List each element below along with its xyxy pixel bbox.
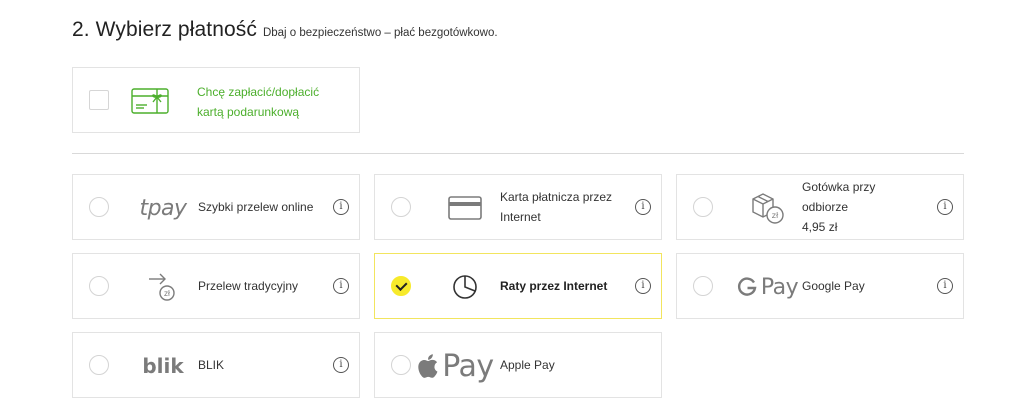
payment-label-card: Karta płatnicza przez Internet xyxy=(500,175,621,239)
pie-chart-icon xyxy=(427,267,503,307)
gift-card-checkbox[interactable] xyxy=(89,90,109,110)
info-icon[interactable]: i xyxy=(635,199,651,215)
gpay-logo-text: Pay xyxy=(760,274,799,300)
info-icon[interactable]: i xyxy=(635,278,651,294)
payment-label-tpay-text: Szybki przelew online xyxy=(198,200,314,214)
payment-label-installments: Raty przez Internet xyxy=(500,254,621,318)
payment-label-cod: Gotówka przy odbiorze 4,95 zł xyxy=(802,175,923,239)
gift-card-icon xyxy=(131,88,169,119)
payment-label-card-line1: Karta płatnicza przez xyxy=(500,190,613,204)
section-heading: 2. Wybierz płatność Dbaj o bezpieczeństw… xyxy=(72,18,498,42)
apple-pay-logo: Pay xyxy=(415,346,497,386)
payment-label-blik: BLIK xyxy=(198,333,319,397)
payment-radio-installments[interactable] xyxy=(391,276,411,296)
transfer-icon-badge: zł xyxy=(164,289,171,298)
blik-logo: blik xyxy=(125,346,201,386)
payment-label-cod-line1: Gotówka przy xyxy=(802,180,876,194)
info-icon[interactable]: i xyxy=(333,278,349,294)
payment-radio-gpay[interactable] xyxy=(693,276,713,296)
payment-option-cod[interactable]: zł Gotówka przy odbiorze 4,95 zł i xyxy=(676,174,964,240)
info-icon[interactable]: i xyxy=(333,199,349,215)
payment-radio-transfer[interactable] xyxy=(89,276,109,296)
payment-option-installments[interactable]: Raty przez Internet i xyxy=(374,253,662,319)
payment-label-blik-text: BLIK xyxy=(198,358,225,372)
payment-radio-card[interactable] xyxy=(391,197,411,217)
info-icon[interactable]: i xyxy=(937,199,953,215)
payment-label-applepay: Apple Pay xyxy=(500,333,621,397)
transfer-arrow-icon: zł xyxy=(125,267,201,307)
payment-label-card-line2: Internet xyxy=(500,210,541,224)
info-icon[interactable]: i xyxy=(937,278,953,294)
payment-label-transfer-text: Przelew tradycyjny xyxy=(198,279,299,293)
payment-radio-cod[interactable] xyxy=(693,197,713,217)
payment-fee-cod: 4,95 zł xyxy=(802,220,838,234)
blik-logo-text: blik xyxy=(142,354,184,378)
payment-radio-tpay[interactable] xyxy=(89,197,109,217)
cod-icon-badge: zł xyxy=(772,211,779,220)
payment-option-applepay[interactable]: Pay Apple Pay xyxy=(374,332,662,398)
payment-label-applepay-text: Apple Pay xyxy=(500,358,555,372)
payment-label-gpay: Google Pay xyxy=(802,254,923,318)
payment-option-gpay[interactable]: Pay Google Pay i xyxy=(676,253,964,319)
google-pay-logo: Pay xyxy=(729,267,805,307)
payment-option-tpay[interactable]: tpay Szybki przelew online i xyxy=(72,174,360,240)
payment-option-card[interactable]: Karta płatnicza przez Internet i xyxy=(374,174,662,240)
credit-card-icon xyxy=(427,188,503,228)
payment-label-gpay-text: Google Pay xyxy=(802,279,865,293)
section-divider xyxy=(72,153,964,154)
info-icon[interactable]: i xyxy=(333,357,349,373)
payment-label-transfer: Przelew tradycyjny xyxy=(198,254,319,318)
payment-label-cod-line2: odbiorze xyxy=(802,200,849,214)
payment-option-transfer[interactable]: zł Przelew tradycyjny i xyxy=(72,253,360,319)
gift-card-option[interactable]: Chcę zapłacić/dopłacić kartą podarunkową xyxy=(72,67,360,133)
google-g-icon xyxy=(737,277,757,296)
payment-label-tpay: Szybki przelew online xyxy=(198,175,319,239)
payment-label-installments-text: Raty przez Internet xyxy=(500,279,608,293)
tpay-logo: tpay xyxy=(125,188,201,228)
apple-icon xyxy=(418,354,438,378)
package-cash-icon: zł xyxy=(729,188,805,228)
tpay-logo-text: tpay xyxy=(139,195,187,221)
section-subtitle: Dbaj o bezpieczeństwo – płać bezgotówkow… xyxy=(262,27,498,39)
section-title: 2. Wybierz płatność xyxy=(72,18,257,41)
apple-pay-logo-text: Pay xyxy=(442,348,494,384)
payment-radio-blik[interactable] xyxy=(89,355,109,375)
payment-radio-applepay[interactable] xyxy=(391,355,411,375)
gift-card-label-line1: Chcę zapłacić/dopłacić xyxy=(197,85,320,99)
payment-option-blik[interactable]: blik BLIK i xyxy=(72,332,360,398)
gift-card-label: Chcę zapłacić/dopłacić kartą podarunkową xyxy=(197,82,347,122)
gift-card-label-line2: kartą podarunkową xyxy=(197,105,300,119)
